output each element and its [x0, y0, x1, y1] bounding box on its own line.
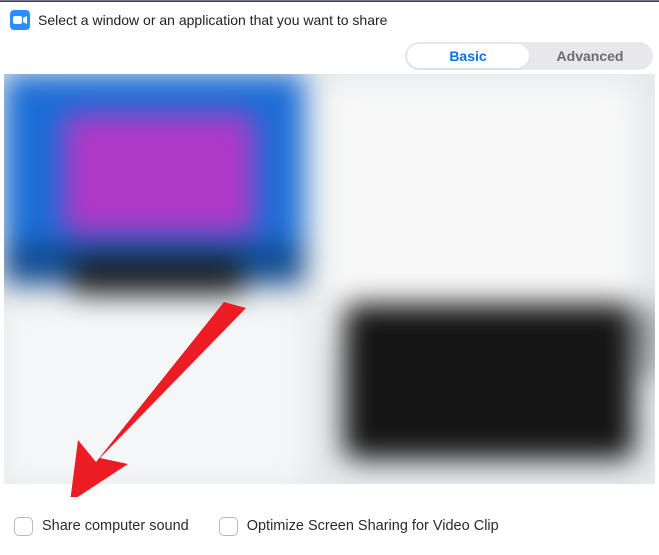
checkbox-box	[219, 517, 238, 536]
blurred-preview	[4, 74, 655, 484]
tabs-row: Basic Advanced	[0, 36, 659, 70]
share-sound-label: Share computer sound	[42, 518, 189, 534]
dialog-footer: Share computer sound Optimize Screen Sha…	[0, 497, 659, 555]
optimize-video-checkbox[interactable]: Optimize Screen Sharing for Video Clip	[219, 517, 499, 536]
tab-basic[interactable]: Basic	[407, 44, 529, 68]
dialog-header: Select a window or an application that y…	[0, 2, 659, 36]
tab-advanced[interactable]: Advanced	[529, 44, 651, 68]
zoom-icon	[10, 10, 30, 30]
share-mode-tabs: Basic Advanced	[405, 42, 653, 70]
share-sound-checkbox[interactable]: Share computer sound	[14, 517, 189, 536]
dialog-title: Select a window or an application that y…	[38, 12, 387, 28]
share-preview-grid[interactable]	[4, 74, 655, 484]
optimize-video-label: Optimize Screen Sharing for Video Clip	[247, 518, 499, 534]
checkbox-box	[14, 517, 33, 536]
